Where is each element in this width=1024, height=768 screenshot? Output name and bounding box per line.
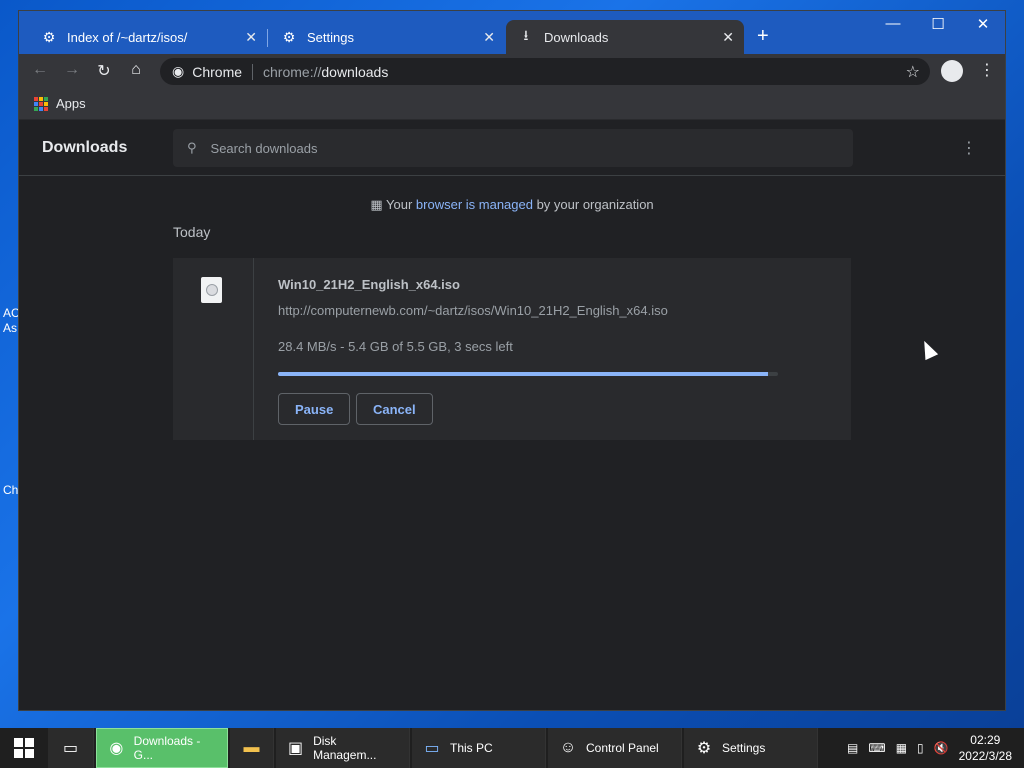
bookmarks-bar: Apps xyxy=(19,88,1005,120)
pause-button[interactable]: Pause xyxy=(278,393,351,425)
taskbar-this-pc[interactable]: ▭ This PC xyxy=(412,728,546,768)
tab-title: Index of /~dartz/isos/ xyxy=(67,29,188,45)
settings-gear-icon: ⚙ xyxy=(696,740,712,757)
volume-muted-icon[interactable]: 🔇 xyxy=(934,741,949,755)
close-icon[interactable]: ✕ xyxy=(245,29,257,46)
address-bar[interactable]: ◉ Chrome chrome:// downloads ☆ xyxy=(160,58,930,85)
profile-avatar-icon[interactable] xyxy=(941,60,963,82)
taskbar-chrome[interactable]: ◉ Downloads - G... xyxy=(96,728,228,768)
color-icon[interactable]: ▦ xyxy=(896,741,907,755)
taskbar: ▭ ◉ Downloads - G... ▬ ▣ Disk Managem...… xyxy=(0,728,1024,768)
reload-button[interactable]: ↻ xyxy=(93,61,115,81)
taskbar-file-explorer[interactable]: ▬ xyxy=(230,728,274,768)
close-icon[interactable]: ✕ xyxy=(483,29,495,46)
disk-management-icon: ▣ xyxy=(287,740,304,757)
desktop-label-as: As xyxy=(3,321,18,335)
apps-link[interactable]: Apps xyxy=(56,96,86,111)
url-scheme: chrome:// xyxy=(263,63,322,80)
chrome-icon: ◉ xyxy=(109,740,124,757)
tab-title: Settings xyxy=(307,29,354,45)
taskbar-disk-management[interactable]: ▣ Disk Managem... xyxy=(276,728,410,768)
close-window-button[interactable]: ✕ xyxy=(961,15,1005,33)
managed-link[interactable]: browser is managed xyxy=(416,197,533,212)
taskbar-control-panel[interactable]: ☺ Control Panel xyxy=(548,728,682,768)
tab-index-isos[interactable]: ⚙ Index of /~dartz/isos/ ✕ xyxy=(29,20,267,54)
maximize-button[interactable]: ☐ xyxy=(916,15,960,33)
this-pc-icon: ▭ xyxy=(424,740,440,757)
network-icon[interactable]: ▤ xyxy=(847,741,858,755)
search-input[interactable]: Search downloads xyxy=(211,141,318,156)
section-date: Today xyxy=(173,224,211,240)
downloads-header: Downloads ⚲ Search downloads ⋮ xyxy=(19,120,1005,176)
windows-logo-icon xyxy=(14,738,34,758)
file-explorer-icon: ▬ xyxy=(243,739,260,756)
taskbar-settings[interactable]: ⚙ Settings xyxy=(684,728,818,768)
omnibox-chip[interactable]: ◉ Chrome xyxy=(172,63,242,80)
back-button[interactable]: ← xyxy=(29,61,51,79)
chrome-icon: ◉ xyxy=(172,63,185,79)
apps-grid-icon[interactable] xyxy=(34,96,48,111)
clock-time: 02:29 xyxy=(970,733,1001,747)
building-icon: ▦ xyxy=(370,197,387,212)
search-downloads[interactable]: ⚲ Search downloads xyxy=(173,129,853,167)
star-icon[interactable]: ☆ xyxy=(906,62,920,82)
forward-button[interactable]: → xyxy=(61,61,83,79)
download-icon: ⭳ xyxy=(523,27,529,43)
minimize-button[interactable]: — xyxy=(871,15,915,32)
tab-title: Downloads xyxy=(544,29,609,45)
menu-kebab-icon[interactable]: ⋮ xyxy=(979,60,995,80)
terminal-icon: ▭ xyxy=(62,740,79,757)
gear-icon: ⚙ xyxy=(282,28,296,45)
close-icon[interactable]: ✕ xyxy=(722,29,734,46)
cancel-button[interactable]: Cancel xyxy=(356,393,433,425)
start-button[interactable] xyxy=(0,728,48,768)
managed-notice: ▦ Your browser is managed by your organi… xyxy=(370,197,654,212)
usb-icon[interactable]: ▯ xyxy=(917,741,924,755)
file-iso-icon xyxy=(201,277,222,303)
system-tray: ▤ ⌨ ▦ ▯ 🔇 02:29 2022/3/28 xyxy=(847,728,1024,768)
new-tab-button[interactable]: + xyxy=(757,25,769,48)
clock-date: 2022/3/28 xyxy=(958,749,1012,763)
search-icon: ⚲ xyxy=(187,140,197,155)
url-path: downloads xyxy=(321,63,389,80)
taskbar-terminal[interactable]: ▭ xyxy=(48,728,94,768)
file-name[interactable]: Win10_21H2_English_x64.iso xyxy=(278,277,460,292)
tab-strip: ⚙ Index of /~dartz/isos/ ✕ ⚙ Settings ✕ … xyxy=(19,11,1005,54)
tab-settings[interactable]: ⚙ Settings ✕ xyxy=(269,20,505,54)
download-progress-bar xyxy=(278,372,778,376)
page-title: Downloads xyxy=(42,139,128,156)
desktop-label-ch: Ch xyxy=(3,483,19,497)
tab-downloads[interactable]: ⭳ Downloads ✕ xyxy=(506,20,744,54)
chrome-window: ⚙ Index of /~dartz/isos/ ✕ ⚙ Settings ✕ … xyxy=(18,10,1006,711)
downloads-menu-icon[interactable]: ⋮ xyxy=(961,138,977,158)
site-icon: ⚙ xyxy=(42,28,56,45)
control-panel-icon: ☺ xyxy=(559,739,577,756)
clock[interactable]: 02:29 2022/3/28 xyxy=(959,732,1012,764)
file-url[interactable]: http://computernewb.com/~dartz/isos/Win1… xyxy=(278,303,668,318)
toolbar: ← → ↻ ⌂ ◉ Chrome chrome:// downloads ☆ ⋮ xyxy=(19,54,1005,88)
home-button[interactable]: ⌂ xyxy=(125,61,147,79)
download-item: Win10_21H2_English_x64.iso http://comput… xyxy=(173,258,851,440)
keyboard-icon[interactable]: ⌨ xyxy=(868,741,885,755)
download-status: 28.4 MB/s - 5.4 GB of 5.5 GB, 3 secs lef… xyxy=(278,339,513,354)
